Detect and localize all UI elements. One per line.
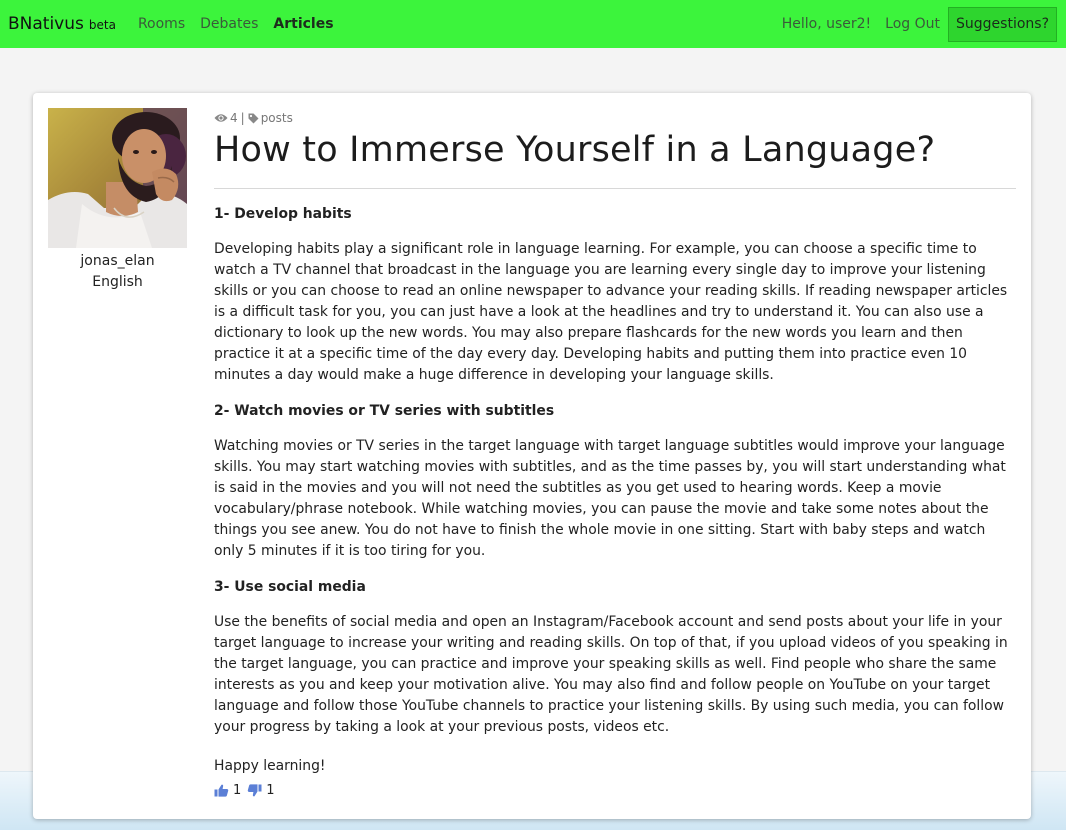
- closing-line: Happy learning!: [214, 758, 326, 774]
- view-count: 4: [230, 111, 238, 125]
- section-heading: 1- Develop habits: [214, 206, 352, 222]
- brand-name: BNativus: [8, 14, 84, 34]
- like-count: 1: [233, 783, 242, 798]
- suggestions-button[interactable]: Suggestions?: [948, 6, 1057, 42]
- section-paragraph: Use the benefits of social media and ope…: [214, 614, 1008, 735]
- article-meta: 4 | posts: [214, 111, 1016, 125]
- article-content: 4 | posts How to Immerse Yourself in a L…: [214, 111, 1016, 777]
- brand-link[interactable]: BNativus beta: [8, 14, 116, 34]
- meta-separator: |: [240, 111, 245, 125]
- title-divider: [214, 188, 1016, 189]
- section-heading: 3- Use social media: [214, 579, 366, 595]
- tag-icon: [248, 113, 259, 124]
- nav-link-debates[interactable]: Debates: [200, 16, 258, 32]
- dislike-button[interactable]: 1: [247, 783, 275, 798]
- nav-link-articles[interactable]: Articles: [273, 16, 333, 32]
- article-title: How to Immerse Yourself in a Language?: [214, 130, 936, 170]
- tag-link[interactable]: posts: [261, 111, 293, 125]
- top-navbar: BNativus beta Rooms Debates Articles Hel…: [0, 0, 1066, 48]
- eye-icon: [214, 113, 228, 123]
- author-username[interactable]: jonas_elan: [48, 251, 187, 271]
- thumbs-down-icon: [248, 784, 262, 797]
- vote-bar: 1 1: [214, 783, 281, 798]
- nav-link-rooms[interactable]: Rooms: [138, 16, 185, 32]
- section-heading: 2- Watch movies or TV series with subtit…: [214, 403, 555, 419]
- brand-beta-tag: beta: [88, 18, 116, 32]
- author-panel: jonas_elan English: [48, 108, 187, 292]
- section-paragraph: Developing habits play a significant rol…: [214, 241, 1008, 383]
- article-body: 1- Develop habits Developing habits play…: [214, 204, 1016, 777]
- author-avatar[interactable]: [48, 108, 187, 248]
- like-button[interactable]: 1: [214, 783, 241, 798]
- article-card: jonas_elan English 4 | posts How to Imme…: [33, 93, 1031, 819]
- section-paragraph: Watching movies or TV series in the targ…: [214, 438, 1006, 559]
- nav-links: Rooms Debates Articles: [138, 16, 349, 32]
- nav-user-area: Hello, user2! Log Out Suggestions?: [782, 0, 1066, 48]
- logout-link[interactable]: Log Out: [885, 16, 940, 32]
- user-greeting: Hello, user2!: [781, 16, 872, 32]
- thumbs-up-icon: [214, 784, 229, 797]
- author-language: English: [92, 274, 143, 290]
- dislike-count: 1: [266, 783, 275, 798]
